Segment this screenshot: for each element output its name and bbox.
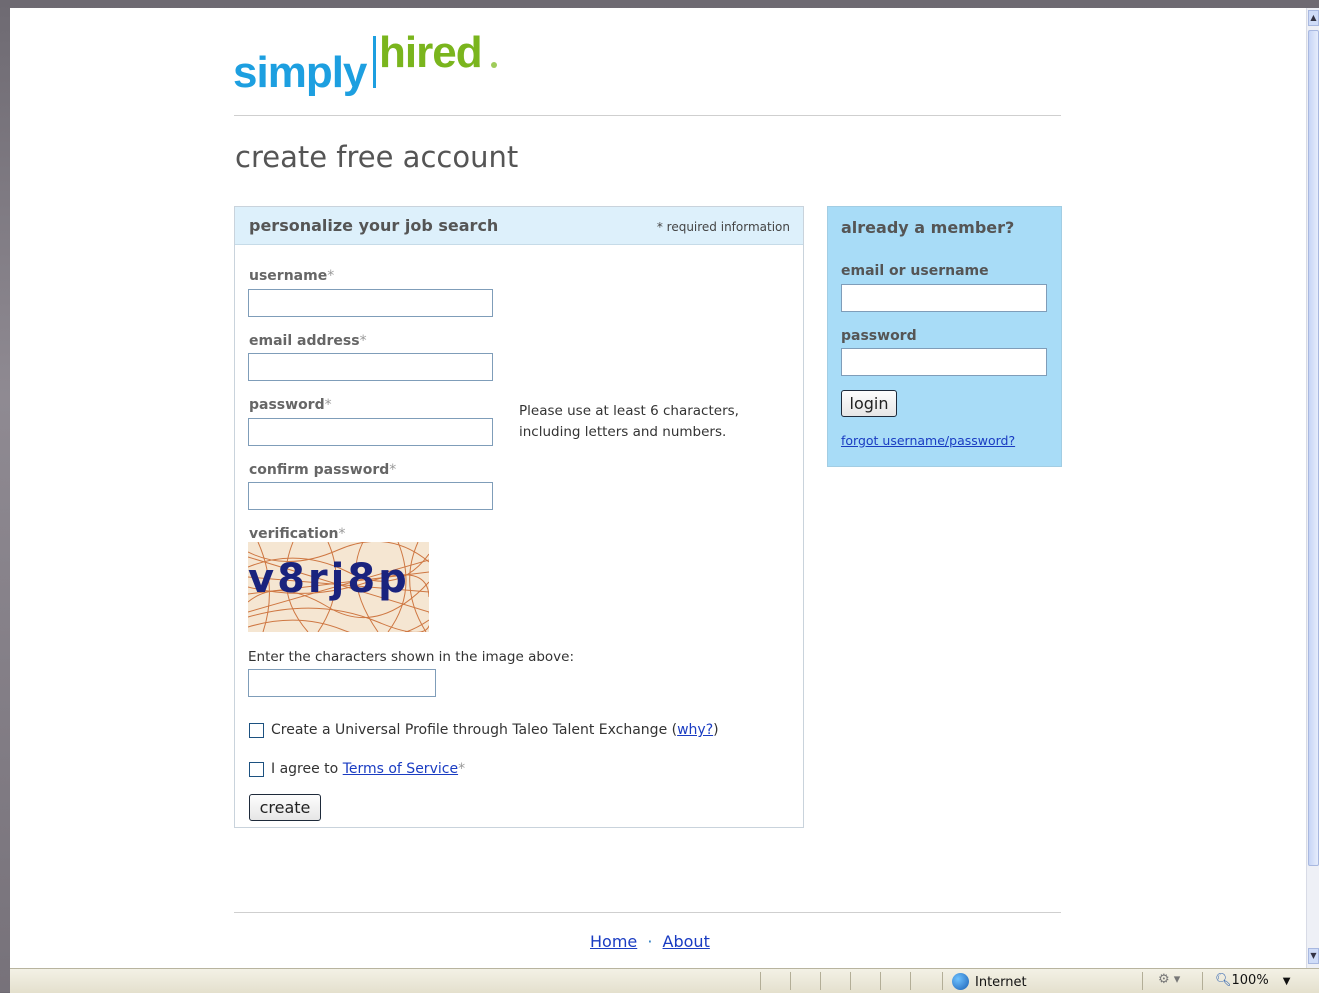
universal-profile-checkbox[interactable] xyxy=(249,723,264,738)
password-hint-line2: including letters and numbers. xyxy=(519,424,727,440)
required-star: * xyxy=(338,526,346,542)
zoom-control[interactable]: 🔍︎100% ▼ xyxy=(1215,973,1290,988)
email-label: email address* xyxy=(249,333,367,349)
browser-status-bar: Internet ⚙ ▾ 🔍︎100% ▼ xyxy=(10,968,1319,993)
protected-mode-icon[interactable]: ⚙ ▾ xyxy=(1158,972,1180,987)
password-hint-line1: Please use at least 6 characters, xyxy=(519,403,739,419)
username-label: username* xyxy=(249,268,334,284)
chevron-down-icon[interactable]: ▼ xyxy=(1283,976,1291,987)
page-title: create free account xyxy=(235,140,519,174)
logo-divider xyxy=(373,36,376,88)
username-input[interactable] xyxy=(248,289,493,317)
required-information-note: * required information xyxy=(656,220,790,234)
status-separator xyxy=(910,972,911,990)
universal-profile-close: ) xyxy=(713,722,719,738)
forgot-username-password-link[interactable]: forgot username/password? xyxy=(841,433,1015,448)
confirm-password-input[interactable] xyxy=(248,482,493,510)
footer-about-link[interactable]: About xyxy=(663,932,710,951)
logo-dot xyxy=(491,62,497,68)
zoom-level: 100% xyxy=(1231,973,1269,988)
logo-text-simply: simply xyxy=(233,48,367,97)
footer-home-link[interactable]: Home xyxy=(590,932,637,951)
scroll-up-arrow-icon[interactable]: ▲ xyxy=(1308,10,1319,26)
security-zone[interactable]: Internet xyxy=(952,973,1027,990)
required-star: * xyxy=(359,333,367,349)
header-divider xyxy=(234,115,1061,116)
required-star: * xyxy=(327,268,335,284)
password-label: password* xyxy=(249,397,332,413)
scroll-down-arrow-icon[interactable]: ▼ xyxy=(1308,948,1319,964)
password-input[interactable] xyxy=(248,418,493,446)
login-panel-title: already a member? xyxy=(841,218,1015,237)
footer-separator: · xyxy=(647,932,653,951)
terms-of-service-link[interactable]: Terms of Service xyxy=(343,761,458,777)
status-separator xyxy=(820,972,821,990)
required-star: * xyxy=(389,462,397,478)
required-star: * xyxy=(324,397,332,413)
confirm-password-label-text: confirm password xyxy=(249,462,390,478)
captcha-image: v8rj8p xyxy=(248,542,429,632)
footer-divider xyxy=(234,912,1061,913)
universal-profile-label: Create a Universal Profile through Taleo… xyxy=(271,722,719,738)
security-zone-label: Internet xyxy=(975,975,1027,990)
agree-text: I agree to xyxy=(271,761,343,777)
form-header-title: personalize your job search xyxy=(249,216,499,235)
form-header: personalize your job search * required i… xyxy=(235,207,803,245)
zoom-magnifier-icon: 🔍︎ xyxy=(1215,973,1232,988)
agree-terms-checkbox[interactable] xyxy=(249,762,264,777)
username-label-text: username xyxy=(249,268,328,284)
simplyhired-logo[interactable]: simply hired xyxy=(233,28,513,100)
login-username-label: email or username xyxy=(841,263,989,279)
vertical-scrollbar[interactable]: ▲ ▼ xyxy=(1306,8,1319,968)
verification-label: verification* xyxy=(249,526,346,542)
status-separator xyxy=(760,972,761,990)
captcha-instruction: Enter the characters shown in the image … xyxy=(248,649,575,665)
login-panel: already a member? email or username pass… xyxy=(827,206,1062,467)
captcha-input[interactable] xyxy=(248,669,436,697)
login-username-input[interactable] xyxy=(841,284,1047,312)
status-separator xyxy=(790,972,791,990)
universal-profile-text: Create a Universal Profile through Taleo… xyxy=(271,722,678,738)
password-hint: Please use at least 6 characters, includ… xyxy=(519,401,789,443)
why-link[interactable]: why? xyxy=(677,722,713,738)
required-star: * xyxy=(458,761,466,777)
verification-label-text: verification xyxy=(249,526,339,542)
login-button[interactable]: login xyxy=(841,390,897,417)
scrollbar-thumb[interactable] xyxy=(1308,30,1319,866)
status-separator xyxy=(942,972,943,990)
password-label-text: password xyxy=(249,397,325,413)
email-label-text: email address xyxy=(249,333,360,349)
create-button[interactable]: create xyxy=(249,794,321,821)
status-separator xyxy=(880,972,881,990)
captcha-characters: v8rj8p xyxy=(248,556,410,602)
status-separator xyxy=(850,972,851,990)
confirm-password-label: confirm password* xyxy=(249,462,396,478)
registration-form-panel: personalize your job search * required i… xyxy=(234,206,804,828)
login-password-input[interactable] xyxy=(841,348,1047,376)
agree-terms-label: I agree to Terms of Service* xyxy=(271,761,465,777)
logo-text-hired: hired xyxy=(379,28,483,77)
status-separator xyxy=(1142,972,1143,990)
email-input[interactable] xyxy=(248,353,493,381)
status-separator xyxy=(1202,972,1203,990)
globe-icon xyxy=(952,973,969,990)
login-password-label: password xyxy=(841,328,917,344)
footer-links: Home · About xyxy=(590,932,710,951)
